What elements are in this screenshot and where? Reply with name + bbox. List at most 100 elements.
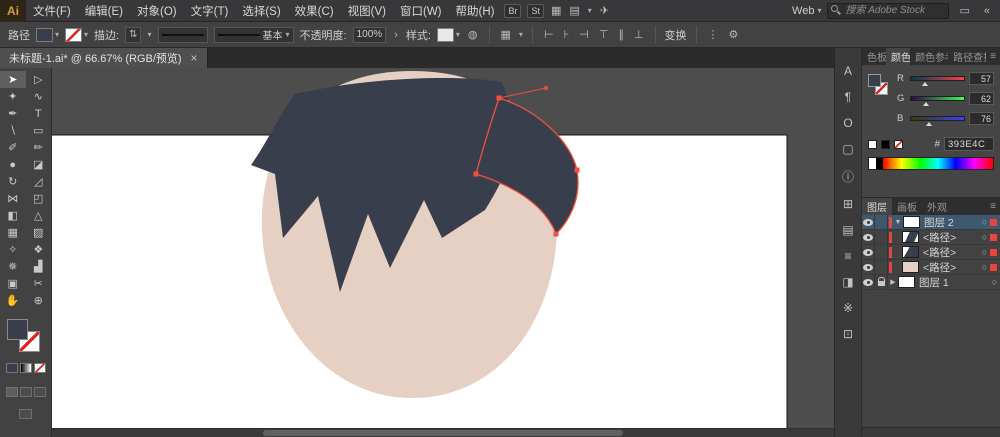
slider-thumb[interactable] bbox=[926, 122, 933, 126]
rotate-tool[interactable]: ↻ bbox=[0, 173, 26, 190]
zoom-tool[interactable]: ⊕ bbox=[26, 292, 52, 309]
target-circle-icon[interactable]: ○ bbox=[979, 217, 990, 227]
perspective-grid-tool[interactable]: △ bbox=[26, 207, 52, 224]
target-circle-icon[interactable]: ○ bbox=[989, 277, 1000, 287]
width-profile-dropdown[interactable] bbox=[157, 26, 208, 43]
opacity-field[interactable]: 100% bbox=[352, 26, 387, 43]
width-tool[interactable]: ⋈ bbox=[0, 190, 26, 207]
gradient-tool[interactable]: ▨ bbox=[26, 224, 52, 241]
brush-definition-dropdown[interactable]: 基本 ▾ bbox=[213, 26, 294, 43]
lock-toggle[interactable] bbox=[875, 275, 888, 289]
anchor-point[interactable] bbox=[574, 167, 580, 173]
free-transform-tool[interactable]: ◰ bbox=[26, 190, 52, 207]
draw-normal-button[interactable] bbox=[5, 387, 18, 397]
menu-select[interactable]: 选择(S) bbox=[235, 3, 287, 19]
transform-label[interactable]: 变换 bbox=[665, 27, 687, 43]
panel-menu-icon[interactable]: ≡ bbox=[986, 198, 1000, 215]
panel-menu-icon[interactable]: ≡ bbox=[986, 48, 1000, 65]
settings-icon[interactable]: ⚙ bbox=[727, 28, 741, 41]
green-slider[interactable] bbox=[910, 96, 965, 106]
column-graph-tool[interactable]: ▟ bbox=[26, 258, 52, 275]
lock-toggle[interactable] bbox=[875, 215, 888, 229]
menu-view[interactable]: 视图(V) bbox=[341, 3, 393, 19]
color-spectrum-bar[interactable] bbox=[868, 157, 994, 170]
hand-tool[interactable]: ✋ bbox=[0, 292, 26, 309]
target-circle-icon[interactable]: ○ bbox=[979, 262, 990, 272]
black-swatch[interactable] bbox=[881, 139, 890, 149]
align-middle-v-icon[interactable]: ∥ bbox=[616, 28, 626, 41]
transform-panel-icon[interactable]: ⊞ bbox=[843, 197, 853, 211]
layer-row-layer1[interactable]: ▶ 图层 1 ○ bbox=[862, 275, 1000, 290]
stroke-color-dropdown[interactable]: ▾ bbox=[65, 27, 88, 42]
direct-selection-tool[interactable]: ▷ bbox=[26, 71, 52, 88]
visibility-toggle[interactable] bbox=[862, 230, 875, 244]
symbol-sprayer-tool[interactable]: ✵ bbox=[0, 258, 26, 275]
layer-row-layer2[interactable]: ▼ 图层 2 ○ bbox=[862, 215, 1000, 230]
stock-button[interactable]: St bbox=[527, 3, 544, 18]
layer-name[interactable]: <路径> bbox=[919, 230, 979, 245]
selection-tool[interactable]: ➤ bbox=[0, 71, 26, 88]
align-bottom-icon[interactable]: ⊥ bbox=[632, 28, 646, 41]
draw-inside-button[interactable] bbox=[33, 387, 46, 397]
paragraph-panel-icon[interactable]: ¶ bbox=[845, 90, 851, 104]
fill-color-swatch[interactable] bbox=[6, 319, 28, 340]
gpu-performance-icon[interactable]: ✈ bbox=[596, 4, 613, 17]
document-setup-icon[interactable]: ▦ bbox=[499, 28, 513, 41]
menu-effect[interactable]: 效果(C) bbox=[288, 3, 341, 19]
red-value-field[interactable]: 57 bbox=[969, 72, 994, 85]
visibility-toggle[interactable] bbox=[862, 275, 875, 289]
white-swatch[interactable] bbox=[868, 139, 877, 149]
style-swatch[interactable] bbox=[436, 27, 454, 42]
anchor-point[interactable] bbox=[473, 171, 479, 177]
shape-builder-tool[interactable]: ◧ bbox=[0, 207, 26, 224]
stroke-weight-stepper[interactable]: ⇅ bbox=[125, 26, 142, 43]
style-dropdown[interactable]: ▾ bbox=[436, 27, 460, 42]
opacity-more-icon[interactable]: › bbox=[392, 29, 400, 41]
slice-tool[interactable]: ✂ bbox=[26, 275, 52, 292]
tab-pathfinder[interactable]: 路径查找 bbox=[948, 48, 986, 65]
close-tab-icon[interactable]: × bbox=[191, 51, 198, 65]
character-panel-icon[interactable]: A bbox=[844, 64, 852, 78]
align-panel-icon[interactable]: ※ bbox=[843, 301, 853, 315]
panel-fill-swatch[interactable] bbox=[868, 74, 881, 87]
align-left-icon[interactable]: ⊢ bbox=[542, 28, 556, 41]
menu-object[interactable]: 对象(O) bbox=[130, 3, 184, 19]
menu-file[interactable]: 文件(F) bbox=[26, 3, 78, 19]
scale-tool[interactable]: ◿ bbox=[26, 173, 52, 190]
chevron-down-icon[interactable]: ▾ bbox=[147, 30, 151, 39]
target-circle-icon[interactable]: ○ bbox=[979, 232, 990, 242]
menu-type[interactable]: 文字(T) bbox=[184, 3, 236, 19]
tab-artboards[interactable]: 画板 bbox=[892, 198, 922, 215]
scrollbar-thumb[interactable] bbox=[263, 430, 623, 436]
artboards-panel-icon[interactable]: ▢ bbox=[842, 142, 853, 156]
visibility-toggle[interactable] bbox=[862, 260, 875, 274]
tab-swatches[interactable]: 色板 bbox=[862, 48, 886, 65]
stroke-swatch[interactable] bbox=[65, 27, 83, 42]
visibility-toggle[interactable] bbox=[862, 245, 875, 259]
type-tool[interactable]: T bbox=[26, 105, 52, 122]
spectrum-rainbow[interactable] bbox=[883, 158, 993, 169]
document-tab[interactable]: 未标题-1.ai* @ 66.67% (RGB/预览) × bbox=[0, 48, 208, 68]
eraser-tool[interactable]: ◪ bbox=[26, 156, 52, 173]
bezier-handle-point[interactable] bbox=[544, 86, 548, 90]
sublayer-row-path2[interactable]: <路径> ○ bbox=[862, 245, 1000, 260]
anchor-point[interactable] bbox=[553, 231, 559, 237]
tab-appearance[interactable]: 外观 bbox=[922, 198, 952, 215]
panel-fill-stroke-widget[interactable] bbox=[868, 72, 892, 106]
chevron-down-icon[interactable]: ▾ bbox=[519, 30, 523, 39]
paintbrush-tool[interactable]: ✐ bbox=[0, 139, 26, 156]
gradient-mode-button[interactable] bbox=[19, 363, 32, 373]
stroke-panel-icon[interactable]: ≡ bbox=[844, 249, 851, 263]
expand-arrow-icon[interactable]: ▶ bbox=[888, 278, 898, 286]
color-mode-button[interactable] bbox=[5, 363, 18, 373]
info-panel-icon[interactable]: ⓘ bbox=[842, 168, 854, 185]
line-segment-tool[interactable]: ∖ bbox=[0, 122, 26, 139]
recolor-artwork-icon[interactable]: ◍ bbox=[466, 28, 480, 41]
layout-chevron-icon[interactable]: ▾ bbox=[584, 6, 596, 15]
pen-tool[interactable]: ✒ bbox=[0, 105, 26, 122]
eyedropper-tool[interactable]: ✧ bbox=[0, 241, 26, 258]
align-right-icon[interactable]: ⊣ bbox=[577, 28, 591, 41]
collapse-panels-icon[interactable]: « bbox=[980, 5, 994, 17]
artboard-tool[interactable]: ▣ bbox=[0, 275, 26, 292]
sublayer-row-path3[interactable]: <路径> ○ bbox=[862, 260, 1000, 275]
